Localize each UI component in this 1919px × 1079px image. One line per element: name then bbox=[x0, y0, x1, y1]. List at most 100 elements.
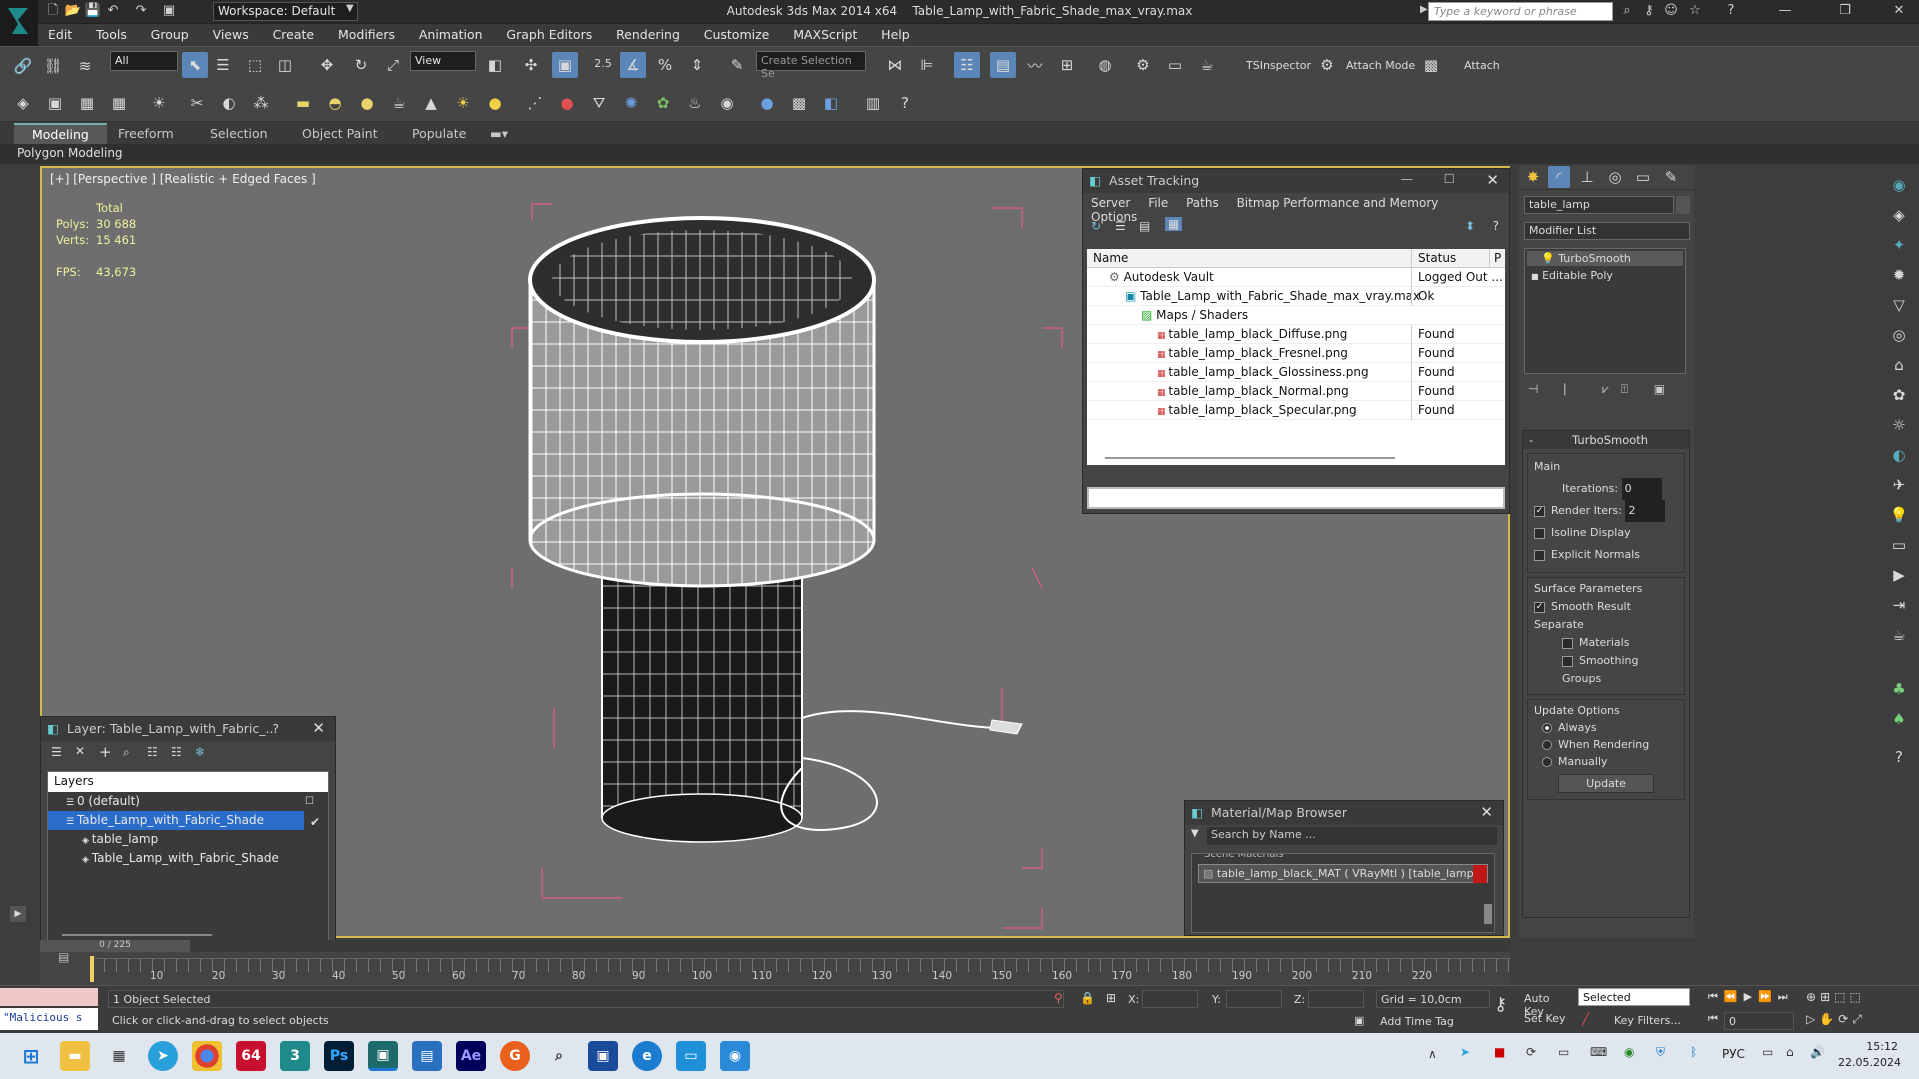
help-icon[interactable]: ? bbox=[1493, 219, 1499, 233]
move-icon[interactable]: ✥ bbox=[314, 52, 340, 78]
undo-icon[interactable]: ↶ bbox=[104, 2, 122, 20]
vray-env-icon[interactable]: ◐ bbox=[1886, 442, 1912, 468]
render-setup-icon[interactable]: ⚙ bbox=[1130, 52, 1156, 78]
layer-help-button[interactable]: ? bbox=[272, 721, 279, 736]
tab-object-paint[interactable]: Object Paint bbox=[302, 126, 378, 141]
link-icon[interactable]: 🔗 bbox=[10, 53, 36, 79]
goto-end-icon[interactable]: ⏭ bbox=[1778, 990, 1794, 1003]
chevron-down-icon[interactable]: ▼ bbox=[346, 3, 354, 14]
orbit-icon[interactable]: ⟳ bbox=[1838, 1012, 1852, 1026]
bulb-light-icon[interactable]: 💡 bbox=[1886, 502, 1912, 528]
table-row[interactable]: ▦ table_lamp_black_Fresnel.png Found bbox=[1087, 344, 1505, 363]
vray-sphere-icon[interactable]: ✺ bbox=[618, 90, 644, 116]
lights-icon[interactable]: ☀ bbox=[146, 90, 172, 116]
bind-space-warp-icon[interactable]: ≋ bbox=[72, 53, 98, 79]
motion-tab-icon[interactable]: ◎ bbox=[1604, 166, 1626, 188]
make-unique-icon[interactable]: ⩗ bbox=[1602, 382, 1609, 396]
edit-named-sel-icon[interactable]: ✎ bbox=[724, 52, 750, 78]
freeze-all-icon[interactable]: ❄ bbox=[195, 745, 205, 759]
scale-icon[interactable]: ⤢ bbox=[380, 52, 406, 78]
stack-item-editable-poly[interactable]: ■ Editable Poly bbox=[1525, 268, 1685, 283]
pan-icon[interactable]: ✋ bbox=[1819, 1012, 1838, 1026]
tab-freeform[interactable]: Freeform bbox=[118, 126, 174, 141]
time-marker[interactable] bbox=[90, 956, 94, 982]
named-selection-input[interactable]: Create Selection Se bbox=[756, 51, 866, 80]
vray-camera-icon[interactable]: ◈ bbox=[1886, 202, 1912, 228]
open-file-icon[interactable]: 📂 bbox=[64, 2, 82, 20]
pivot-center-icon[interactable]: ◧ bbox=[482, 52, 508, 78]
search-app-icon[interactable]: ⌕ bbox=[544, 1041, 574, 1071]
language-indicator[interactable]: РУС bbox=[1722, 1047, 1745, 1061]
goto-start-icon[interactable]: ⏮ bbox=[1708, 990, 1724, 1003]
select-manipulate-icon[interactable]: ✣ bbox=[518, 52, 544, 78]
tray-display-icon[interactable]: ▭ bbox=[1762, 1045, 1773, 1059]
close-icon[interactable]: ✕ bbox=[1486, 171, 1499, 189]
time-slider-track[interactable]: 0 / 225 bbox=[40, 940, 1510, 952]
teapot-scene-icon[interactable]: ☕ bbox=[1886, 622, 1912, 648]
key-filters-button[interactable]: Key Filters... bbox=[1614, 1014, 1681, 1027]
hide-all-icon[interactable]: ☷ bbox=[171, 745, 182, 759]
smoothing-groups-checkbox[interactable] bbox=[1562, 655, 1573, 667]
tray-nvidia-icon[interactable]: ◉ bbox=[1624, 1045, 1634, 1059]
save-file-icon[interactable]: 💾 bbox=[84, 2, 102, 20]
modifier-list-dropdown[interactable]: Modifier List bbox=[1524, 222, 1690, 240]
favorite-star-icon[interactable]: ☆ bbox=[1686, 2, 1704, 20]
sphere-icon[interactable]: ● bbox=[354, 90, 380, 116]
table-row[interactable]: ⚙ Autodesk Vault Logged Out ... bbox=[1087, 268, 1505, 287]
z-coordinate-input[interactable] bbox=[1308, 990, 1364, 1008]
layer-object-shade[interactable]: ◈ Table_Lamp_with_Fabric_Shade bbox=[48, 849, 328, 868]
current-frame-input[interactable]: 0 bbox=[1724, 1012, 1794, 1030]
hf-icon[interactable]: ♨ bbox=[682, 90, 708, 116]
time-tag-icon[interactable]: ▣ bbox=[1354, 1014, 1364, 1027]
selection-filter-dropdown[interactable]: All bbox=[110, 51, 178, 71]
spot-light-icon[interactable]: ▽ bbox=[1886, 292, 1912, 318]
rect-selection-icon[interactable]: ⬚ bbox=[242, 52, 268, 78]
table-row[interactable]: ▦ table_lamp_black_Diffuse.png Found bbox=[1087, 325, 1505, 344]
attach-mode-label[interactable]: Attach Mode bbox=[1346, 59, 1415, 72]
prev-frame-icon[interactable]: ⏪ bbox=[1724, 990, 1744, 1003]
search-arrow-icon[interactable]: ▶ bbox=[1420, 4, 1428, 15]
refresh-icon[interactable]: ↻ bbox=[1091, 219, 1101, 233]
absolute-mode-icon[interactable]: ⊞ bbox=[1106, 991, 1116, 1005]
maxscript-listener-top[interactable] bbox=[0, 988, 98, 1006]
physical-camera-icon[interactable]: ✈ bbox=[1886, 472, 1912, 498]
schematic-view-icon[interactable]: ⊞ bbox=[1054, 52, 1080, 78]
helper-icon[interactable]: ◐ bbox=[216, 90, 242, 116]
col-status-header[interactable]: Status bbox=[1411, 249, 1491, 268]
table-row[interactable]: ▦ table_lamp_black_Normal.png Found bbox=[1087, 382, 1505, 401]
menu-customize[interactable]: Customize bbox=[694, 24, 780, 42]
fur-icon[interactable]: ⋰ bbox=[522, 90, 548, 116]
scene-materials-header[interactable]: Scene Materials bbox=[1192, 854, 1494, 860]
zoom-extents-icon[interactable]: ⬚ bbox=[1834, 990, 1849, 1004]
minimize-icon[interactable]: — bbox=[1401, 171, 1414, 186]
windows-start-icon[interactable]: ⊞ bbox=[16, 1041, 46, 1071]
new-file-icon[interactable]: 🗋 bbox=[44, 2, 62, 20]
configure-sets-icon[interactable]: ▣ bbox=[1654, 382, 1665, 396]
maximize-icon[interactable]: ☐ bbox=[1444, 171, 1455, 186]
app-blue-icon[interactable]: ▭ bbox=[676, 1041, 706, 1071]
telegram-icon[interactable]: ➤ bbox=[148, 1041, 178, 1071]
timeline[interactable]: 0 / 225 ▤ 10 20 30 40 50 60 70 80 90 100… bbox=[40, 940, 1510, 986]
spinner-snap-icon[interactable]: ⇕ bbox=[684, 52, 710, 78]
x-coordinate-input[interactable] bbox=[1142, 990, 1198, 1008]
menu-create[interactable]: Create bbox=[263, 24, 325, 42]
material-browser-titlebar[interactable]: ◧ Material/Map Browser ✕ bbox=[1185, 801, 1503, 825]
trees-icon[interactable]: ♣ bbox=[1886, 676, 1912, 702]
set-key-button[interactable]: Set Key bbox=[1524, 1012, 1570, 1025]
stack-item-turbosmooth[interactable]: 💡 TurboSmooth bbox=[1527, 251, 1683, 266]
modify-tab-icon[interactable]: ◜ bbox=[1548, 166, 1570, 188]
max-app-icon[interactable]: 3 bbox=[280, 1041, 310, 1071]
settings-panel-icon[interactable]: ▥ bbox=[860, 90, 886, 116]
hierarchy-tab-icon[interactable]: ⊥ bbox=[1576, 166, 1598, 188]
notepad-icon[interactable]: ▤ bbox=[412, 1041, 442, 1071]
checker-icon[interactable]: ▩ bbox=[1418, 52, 1444, 78]
sun-icon[interactable]: ☀ bbox=[450, 90, 476, 116]
render-iters-checkbox[interactable]: ✓ bbox=[1534, 505, 1545, 517]
vray-plant-icon[interactable]: ✿ bbox=[650, 90, 676, 116]
g-app-icon[interactable]: G bbox=[500, 1041, 530, 1071]
fov-icon[interactable]: ▷ bbox=[1806, 1012, 1819, 1026]
tray-red-icon[interactable]: ■ bbox=[1494, 1045, 1505, 1059]
menu-help[interactable]: Help bbox=[871, 24, 920, 42]
task-view-icon[interactable]: ▦ bbox=[104, 1041, 134, 1071]
vray-material-icon[interactable]: ◉ bbox=[714, 90, 740, 116]
